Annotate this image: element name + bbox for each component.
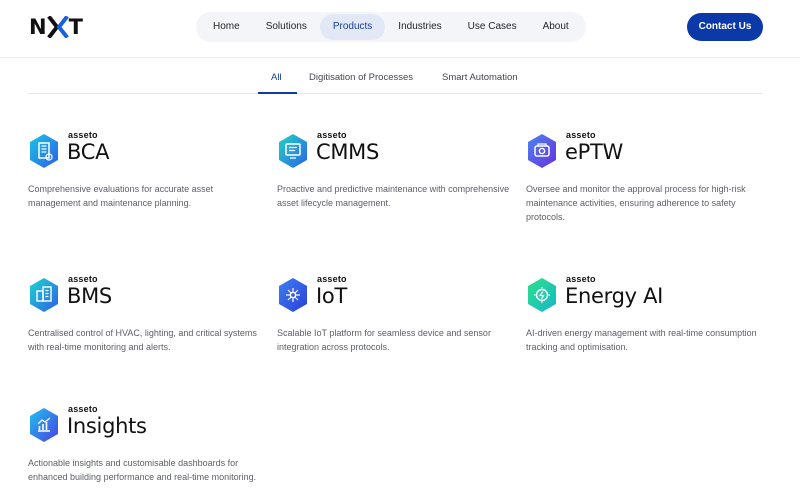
product-card-bms[interactable]: asseto BMS Centralised control of HVAC, … (28, 274, 263, 354)
product-brand: asseto CMMS (277, 130, 512, 170)
product-brand: asseto ePTW (526, 130, 761, 170)
clipboard-monitor-icon (279, 134, 307, 168)
product-card-energy-ai[interactable]: asseto Energy AI AI-driven energy manage… (526, 274, 761, 354)
building-report-icon (30, 134, 58, 168)
product-name: ePTW (565, 140, 623, 164)
nxt-logo[interactable]: N T (29, 15, 83, 39)
product-description: Oversee and monitor the approval process… (526, 184, 746, 222)
brand-prefix: asseto (317, 130, 347, 140)
nav-home[interactable]: Home (200, 14, 253, 40)
nav-solutions[interactable]: Solutions (253, 14, 320, 40)
product-description: Centralised control of HVAC, lighting, a… (28, 328, 257, 352)
product-brand: asseto Energy AI (526, 274, 761, 314)
analytics-chart-icon (30, 408, 58, 442)
brand-prefix: asseto (68, 274, 98, 284)
brand-prefix: asseto (566, 130, 596, 140)
tab-digitisation[interactable]: Digitisation of Processes (309, 66, 413, 94)
brand-prefix: asseto (68, 404, 98, 414)
nav-about[interactable]: About (530, 14, 582, 40)
product-name: IoT (316, 284, 347, 308)
product-filter-tabs: All Digitisation of Processes Smart Auto… (28, 66, 763, 94)
product-name: BMS (67, 284, 112, 308)
product-name: Insights (67, 414, 147, 438)
product-card-iot[interactable]: asseto IoT Scalable IoT platform for sea… (277, 274, 512, 354)
nav-products[interactable]: Products (319, 14, 386, 40)
product-brand: asseto Insights (28, 404, 263, 444)
logo-letter-n: N (29, 15, 47, 39)
brand-prefix: asseto (317, 274, 347, 284)
product-description: Proactive and predictive maintenance wit… (277, 184, 510, 208)
product-card-insights[interactable]: asseto Insights Actionable insights and … (28, 404, 263, 484)
city-buildings-icon (30, 278, 58, 312)
product-card-cmms[interactable]: asseto CMMS Proactive and predictive mai… (277, 130, 512, 210)
product-name: CMMS (316, 140, 380, 164)
product-description: Scalable IoT platform for seamless devic… (277, 328, 491, 352)
network-hub-icon (279, 278, 307, 312)
contact-us-button[interactable]: Contact Us (687, 13, 763, 41)
product-description: Actionable insights and customisable das… (28, 458, 257, 482)
product-name: BCA (67, 140, 110, 164)
product-description: Comprehensive evaluations for accurate a… (28, 184, 214, 208)
product-brand: asseto BMS (28, 274, 263, 314)
logo-x-mark-icon (46, 15, 69, 39)
brand-prefix: asseto (566, 274, 596, 284)
permit-gear-icon (528, 134, 556, 168)
product-description: AI-driven energy management with real-ti… (526, 328, 757, 352)
product-card-bca[interactable]: asseto BCA Comprehensive evaluations for… (28, 130, 263, 210)
nav-use-cases[interactable]: Use Cases (455, 14, 530, 40)
product-brand: asseto BCA (28, 130, 263, 170)
product-brand: asseto IoT (277, 274, 512, 314)
tab-all[interactable]: All (271, 66, 282, 94)
product-card-eptw[interactable]: asseto ePTW Oversee and monitor the appr… (526, 130, 761, 224)
main-nav: Home Solutions Products Industries Use C… (196, 12, 586, 42)
energy-bolt-icon (528, 278, 556, 312)
tab-smart-automation[interactable]: Smart Automation (442, 66, 518, 94)
logo-letter-t: T (68, 15, 83, 39)
brand-prefix: asseto (68, 130, 98, 140)
active-tab-indicator (258, 92, 297, 94)
product-name: Energy AI (565, 284, 664, 308)
site-header: N T Home Solutions Products Industries U… (0, 0, 800, 58)
nav-industries[interactable]: Industries (385, 14, 454, 40)
